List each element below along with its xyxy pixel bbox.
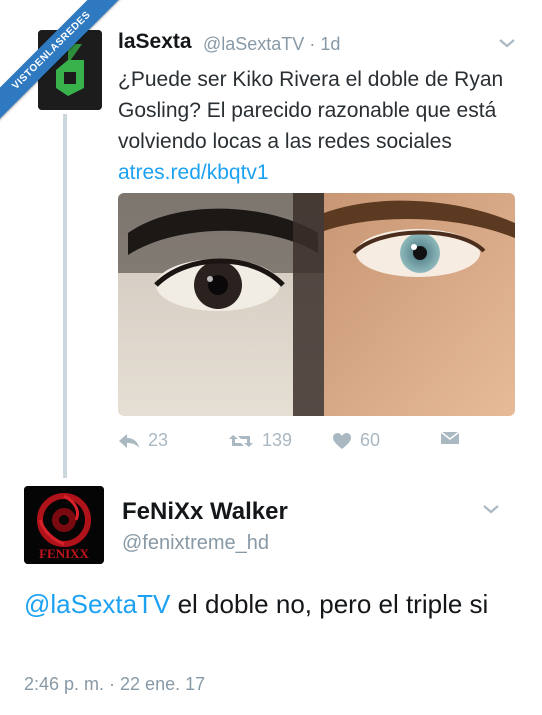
retweet-count: 139	[262, 430, 293, 450]
fenixx-logo-icon: FENIXX	[24, 486, 104, 564]
author-handle[interactable]: @laSextaTV	[203, 34, 304, 54]
watermark-ribbon: VISTOENLASREDES	[0, 0, 150, 150]
reply-author-handle[interactable]: @fenixtreme_hd	[122, 532, 269, 555]
reply-icon	[119, 433, 139, 448]
tweet-actions: 23 139 60	[118, 430, 518, 458]
heart-icon	[333, 432, 351, 449]
like-count: 60	[360, 430, 381, 450]
like-button[interactable]: 60	[332, 430, 380, 451]
watermark-text: VISTOENLASREDES	[0, 0, 131, 130]
reply-menu-button[interactable]	[482, 502, 500, 520]
tweet-body: ¿Puede ser Kiko Rivera el doble de Ryan …	[118, 68, 504, 153]
envelope-icon	[440, 431, 460, 444]
reply-button[interactable]: 23	[118, 430, 168, 451]
fenixx-avatar[interactable]: FENIXX	[24, 486, 104, 564]
reply-author-name[interactable]: FeNiXx Walker	[122, 498, 288, 526]
avatar-text: FENIXX	[39, 546, 89, 561]
reply-body: el doble no, pero el triple si	[170, 589, 489, 619]
retweet-button[interactable]: 139	[228, 430, 292, 451]
author-handle-line: @laSextaTV · 1d	[203, 34, 340, 55]
retweet-icon	[229, 434, 253, 447]
tweet-menu-button[interactable]	[498, 36, 516, 54]
separator-dot: ·	[309, 34, 316, 54]
reply-timestamp[interactable]: 2:46 p. m. · 22 ene. 17	[24, 674, 205, 695]
direct-message-button[interactable]	[440, 430, 460, 446]
tweet-age[interactable]: 1d	[320, 34, 340, 54]
reply-count: 23	[148, 430, 169, 450]
reply-mention[interactable]: @laSextaTV	[24, 589, 170, 619]
chevron-down-icon	[499, 39, 515, 48]
chevron-down-icon	[483, 505, 499, 514]
tweet-text: ¿Puede ser Kiko Rivera el doble de Ryan …	[118, 64, 518, 188]
thread-line	[63, 114, 67, 478]
reply-text: @laSextaTV el doble no, pero el triple s…	[24, 586, 524, 623]
tweet-media-image[interactable]	[118, 193, 515, 416]
tweet-link[interactable]: atres.red/kbqtv1	[118, 161, 269, 184]
eyes-comparison-photo	[118, 193, 515, 416]
